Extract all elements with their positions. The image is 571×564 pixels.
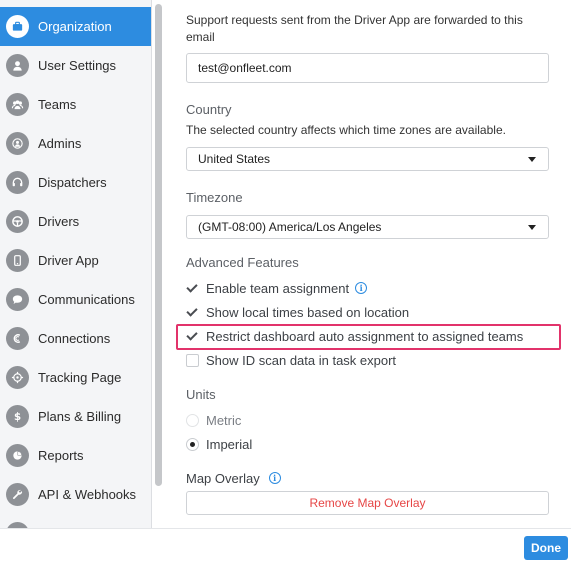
radio-button[interactable] <box>186 413 199 427</box>
option-label: Show local times based on location <box>206 304 410 320</box>
timezone-select-value: (GMT-08:00) America/Los Angeles <box>198 220 382 234</box>
sidebar-item-label: Driver App <box>38 253 99 268</box>
radio-metric[interactable]: Metric <box>186 410 241 430</box>
sidebar-item-label: Plans & Billing <box>38 409 122 424</box>
support-email-input[interactable]: test@onfleet.com <box>186 53 549 83</box>
user-icon <box>6 54 29 77</box>
admin-icon <box>6 132 29 155</box>
settings-window: Organization User Settings Teams Admins … <box>0 0 571 564</box>
sidebar-item-label: Drivers <box>38 214 80 229</box>
radio-label: Imperial <box>206 436 253 452</box>
sidebar-item-label: Teams <box>38 97 77 112</box>
caret-down-icon <box>528 157 536 162</box>
sidebar-item-label: Tracking Page <box>38 370 122 385</box>
sidebar-item-tracking-page[interactable]: Tracking Page <box>0 358 151 397</box>
country-description: The selected country affects which time … <box>186 123 506 137</box>
briefcase-icon <box>6 15 29 38</box>
settings-sidebar: Organization User Settings Teams Admins … <box>0 0 152 528</box>
checkbox-checked[interactable] <box>186 330 199 343</box>
option-show-local-times[interactable]: Show local times based on location <box>186 302 409 322</box>
timezone-select[interactable]: (GMT-08:00) America/Los Angeles <box>186 215 549 239</box>
headset-icon <box>6 171 29 194</box>
sidebar-item-label: API & Webhooks <box>38 487 137 502</box>
support-email-description: Support requests sent from the Driver Ap… <box>186 13 523 44</box>
crosshair-icon <box>6 366 29 389</box>
option-show-id-scan[interactable]: Show ID scan data in task export <box>186 350 396 370</box>
sidebar-item-reports[interactable]: Reports <box>0 436 151 475</box>
info-icon[interactable]: i <box>355 282 368 294</box>
advanced-features-label: Advanced Features <box>186 255 299 270</box>
radio-button-selected[interactable] <box>186 437 199 451</box>
pie-chart-icon <box>6 444 29 467</box>
dollar-icon: $ <box>6 405 29 428</box>
sidebar-item-organization[interactable]: Organization <box>0 7 151 46</box>
option-restrict-auto-assignment[interactable]: Restrict dashboard auto assignment to as… <box>186 326 523 346</box>
organization-settings-panel: Support requests sent from the Driver Ap… <box>164 0 571 528</box>
checkbox-checked[interactable] <box>186 282 199 295</box>
phone-icon <box>6 249 29 272</box>
done-button[interactable]: Done <box>524 536 568 560</box>
sidebar-item-connections[interactable]: Connections <box>0 319 151 358</box>
caret-down-icon <box>528 225 536 230</box>
option-label: Enable team assignment <box>206 280 350 296</box>
country-select[interactable]: United States <box>186 147 549 171</box>
sidebar-item-plans-billing[interactable]: $ Plans & Billing <box>0 397 151 436</box>
units-label: Units <box>186 387 216 402</box>
sidebar-item-partial[interactable] <box>0 514 151 528</box>
info-icon[interactable]: i <box>268 472 281 484</box>
map-overlay-label-row: Map Overlay i <box>186 468 281 488</box>
timezone-label: Timezone <box>186 190 243 205</box>
sidebar-item-label: Reports <box>38 448 84 463</box>
connections-icon <box>6 327 29 350</box>
sidebar-item-api-webhooks[interactable]: API & Webhooks <box>0 475 151 514</box>
sidebar-scrollbar[interactable] <box>155 4 162 486</box>
sidebar-item-label: Communications <box>38 292 135 307</box>
steering-wheel-icon <box>6 210 29 233</box>
sidebar-item-dispatchers[interactable]: Dispatchers <box>0 163 151 202</box>
dialog-footer: Done <box>0 528 571 564</box>
option-enable-team-assignment[interactable]: Enable team assignment i <box>186 278 368 298</box>
chat-bubble-icon <box>6 288 29 311</box>
sidebar-item-user-settings[interactable]: User Settings <box>0 46 151 85</box>
option-label: Restrict dashboard auto assignment to as… <box>206 328 524 344</box>
remove-map-overlay-button[interactable]: Remove Map Overlay <box>186 491 549 515</box>
sidebar-item-label: Organization <box>38 19 112 34</box>
checkbox-checked[interactable] <box>186 306 199 319</box>
country-label: Country <box>186 102 232 117</box>
svg-text:$: $ <box>14 412 21 423</box>
map-overlay-label: Map Overlay <box>186 470 260 486</box>
checkbox-unchecked[interactable] <box>186 353 199 367</box>
radio-label: Metric <box>206 412 242 428</box>
sidebar-item-label: User Settings <box>38 58 117 73</box>
sidebar-item-label: Connections <box>38 331 111 346</box>
teams-icon <box>6 93 29 116</box>
sidebar-item-label: Admins <box>38 136 82 151</box>
sidebar-item-admins[interactable]: Admins <box>0 124 151 163</box>
radio-imperial[interactable]: Imperial <box>186 434 252 454</box>
wrench-icon <box>6 483 29 506</box>
sidebar-item-label: Dispatchers <box>38 175 107 190</box>
sidebar-item-teams[interactable]: Teams <box>0 85 151 124</box>
sidebar-item-driver-app[interactable]: Driver App <box>0 241 151 280</box>
sidebar-item-communications[interactable]: Communications <box>0 280 151 319</box>
sidebar-item-drivers[interactable]: Drivers <box>0 202 151 241</box>
country-select-value: United States <box>198 152 271 166</box>
option-label: Show ID scan data in task export <box>206 352 397 368</box>
